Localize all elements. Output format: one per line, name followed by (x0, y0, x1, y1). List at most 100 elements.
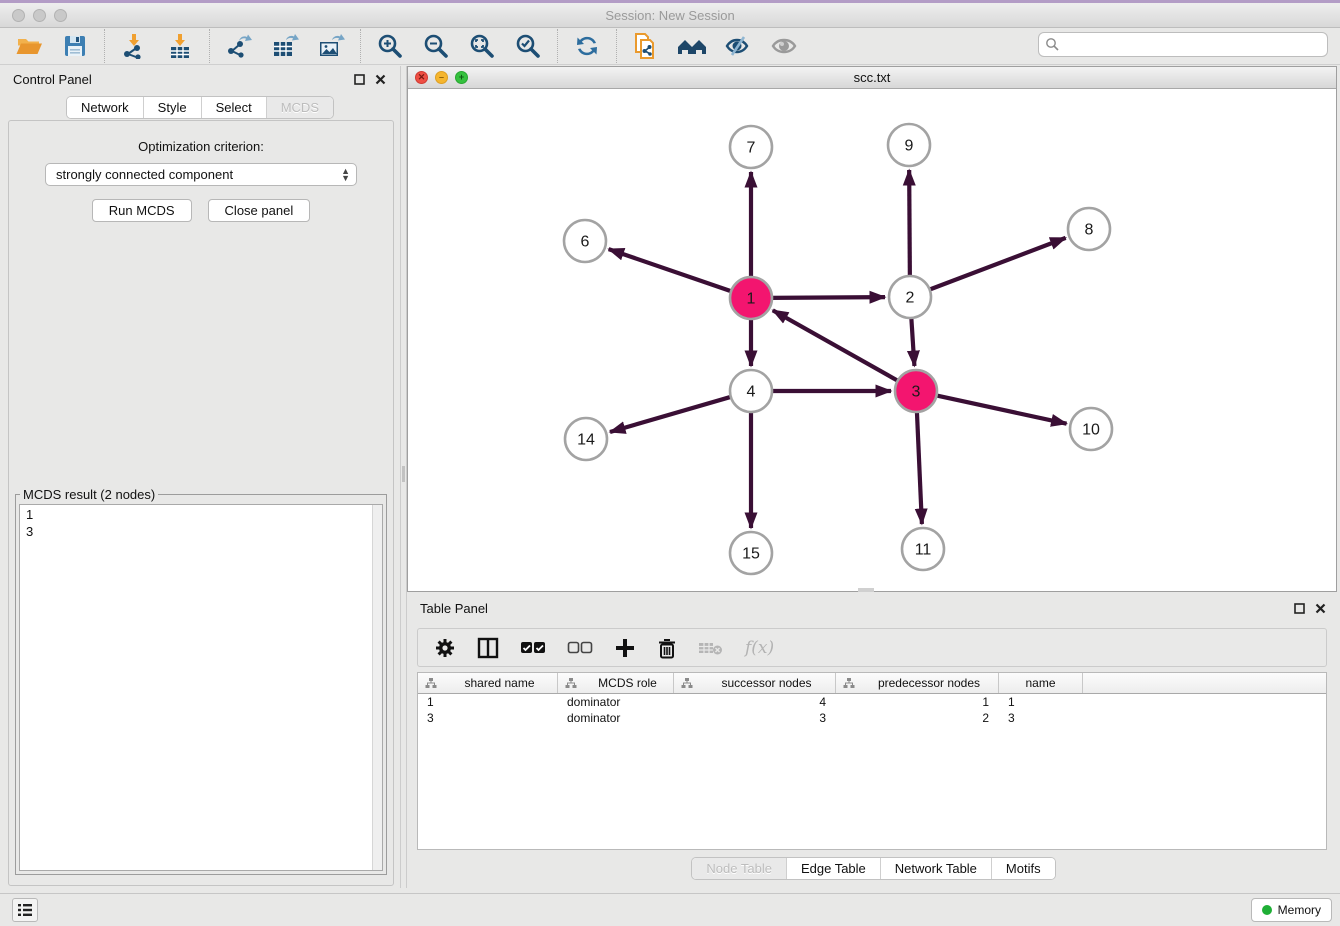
graph-edge-1-2[interactable] (770, 297, 885, 298)
open-session-button[interactable] (14, 31, 44, 61)
mcds-result-line: 3 (26, 523, 382, 540)
task-history-button[interactable] (12, 898, 38, 922)
graph-node-1[interactable]: 1 (730, 277, 772, 319)
graph-node-15[interactable]: 15 (730, 532, 772, 574)
column-header-MCDS-role[interactable]: MCDS role (558, 673, 674, 693)
import-network-button[interactable] (119, 31, 149, 61)
graph-node-4[interactable]: 4 (730, 370, 772, 412)
network-graph: 1 2 3 4 6 7 8 9 10 11 14 15 (408, 89, 1336, 591)
show-columns-button[interactable] (477, 637, 499, 659)
tab-mcds[interactable]: MCDS (267, 97, 333, 118)
graph-node-8[interactable]: 8 (1068, 208, 1110, 250)
svg-text:1: 1 (747, 291, 756, 308)
zoom-fit-button[interactable] (467, 31, 497, 61)
close-panel-icon[interactable] (1315, 603, 1326, 614)
column-header-predecessor-nodes[interactable]: predecessor nodes (836, 673, 999, 693)
tab-network-table[interactable]: Network Table (881, 858, 992, 879)
export-image-button[interactable] (316, 31, 346, 61)
search-input[interactable] (1038, 32, 1328, 57)
zoom-out-button[interactable] (421, 31, 451, 61)
table-cell[interactable]: 1 (836, 695, 999, 709)
table-cell[interactable]: dominator (558, 695, 674, 709)
graph-edge-2-8[interactable] (928, 238, 1066, 290)
clone-network-button[interactable] (631, 31, 661, 61)
table-panel-tabs: Node TableEdge TableNetwork TableMotifs (407, 857, 1340, 880)
graph-edge-2-3[interactable] (911, 316, 914, 366)
table-cell[interactable]: 3 (999, 711, 1083, 725)
hide-graphics-details-button[interactable] (723, 31, 753, 61)
graph-node-2[interactable]: 2 (889, 276, 931, 318)
zoom-selected-button[interactable] (513, 31, 543, 61)
graph-node-10[interactable]: 10 (1070, 408, 1112, 450)
graph-edge-3-11[interactable] (917, 410, 922, 524)
tab-edge-table[interactable]: Edge Table (787, 858, 881, 879)
add-row-button[interactable] (614, 637, 636, 659)
memory-label: Memory (1278, 903, 1321, 917)
zoom-in-button[interactable] (375, 31, 405, 61)
delete-column-button[interactable] (698, 639, 724, 657)
export-table-icon (272, 33, 299, 59)
close-panel-icon[interactable] (375, 74, 386, 85)
tab-select[interactable]: Select (202, 97, 267, 118)
float-panel-icon[interactable] (354, 74, 365, 85)
import-table-button[interactable] (165, 31, 195, 61)
select-all-icon (520, 641, 546, 655)
svg-text:10: 10 (1082, 422, 1100, 439)
deselect-all-button[interactable] (567, 641, 593, 655)
scrollbar[interactable] (372, 505, 382, 870)
graph-edge-3-1[interactable] (773, 310, 900, 381)
graph-node-3[interactable]: 3 (895, 370, 937, 412)
export-network-button[interactable] (224, 31, 254, 61)
mcds-result-fieldset: MCDS result (2 nodes) 13 (15, 494, 387, 875)
svg-text:3: 3 (912, 384, 921, 401)
run-mcds-button[interactable]: Run MCDS (92, 199, 192, 222)
tab-style[interactable]: Style (144, 97, 202, 118)
graph-node-7[interactable]: 7 (730, 126, 772, 168)
table-row[interactable]: 1dominator411 (418, 694, 1326, 710)
graph-edge-4-14[interactable] (610, 396, 733, 432)
network-canvas[interactable]: 1 2 3 4 6 7 8 9 10 11 14 15 (408, 89, 1336, 591)
graph-node-11[interactable]: 11 (902, 528, 944, 570)
table-cell[interactable]: 4 (674, 695, 836, 709)
graph-edge-2-9[interactable] (909, 170, 910, 278)
column-header-successor-nodes[interactable]: successor nodes (674, 673, 836, 693)
column-header-shared-name[interactable]: shared name (418, 673, 558, 693)
table-cell[interactable]: 1 (999, 695, 1083, 709)
show-graphics-details-button[interactable] (769, 31, 799, 61)
show-details-icon (770, 33, 798, 59)
export-table-button[interactable] (270, 31, 300, 61)
table-cell[interactable]: dominator (558, 711, 674, 725)
graph-node-6[interactable]: 6 (564, 220, 606, 262)
memory-button[interactable]: Memory (1251, 898, 1332, 922)
criterion-select[interactable]: strongly connected component (45, 163, 357, 186)
hide-details-icon (724, 33, 752, 59)
graph-node-9[interactable]: 9 (888, 124, 930, 166)
tab-node-table[interactable]: Node Table (692, 858, 787, 879)
close-panel-button[interactable]: Close panel (208, 199, 311, 222)
column-header-name[interactable]: name (999, 673, 1083, 693)
application-window: Session: New Session (0, 0, 1340, 926)
graph-edge-1-6[interactable] (609, 249, 733, 292)
table-cell[interactable]: 1 (418, 695, 558, 709)
first-neighbors-button[interactable] (677, 31, 707, 61)
apply-preferred-layout-button[interactable] (572, 31, 602, 61)
table-row[interactable]: 3dominator323 (418, 710, 1326, 726)
horizontal-splitter-grip[interactable] (858, 588, 874, 592)
select-all-button[interactable] (520, 641, 546, 655)
table-settings-button[interactable] (434, 637, 456, 659)
graph-edge-3-10[interactable] (935, 395, 1067, 424)
table-cell[interactable]: 2 (836, 711, 999, 725)
mcds-result-text[interactable]: 13 (19, 504, 383, 871)
float-panel-icon[interactable] (1294, 603, 1305, 614)
delete-button[interactable] (657, 637, 677, 659)
table-cell[interactable]: 3 (674, 711, 836, 725)
tab-network[interactable]: Network (67, 97, 144, 118)
tab-motifs[interactable]: Motifs (992, 858, 1055, 879)
deselect-all-icon (567, 641, 593, 655)
save-session-button[interactable] (60, 31, 90, 61)
vertical-splitter[interactable] (400, 66, 407, 888)
zoom-in-icon (377, 33, 403, 59)
graph-node-14[interactable]: 14 (565, 418, 607, 460)
function-builder-button[interactable]: f(x) (745, 638, 774, 658)
table-cell[interactable]: 3 (418, 711, 558, 725)
